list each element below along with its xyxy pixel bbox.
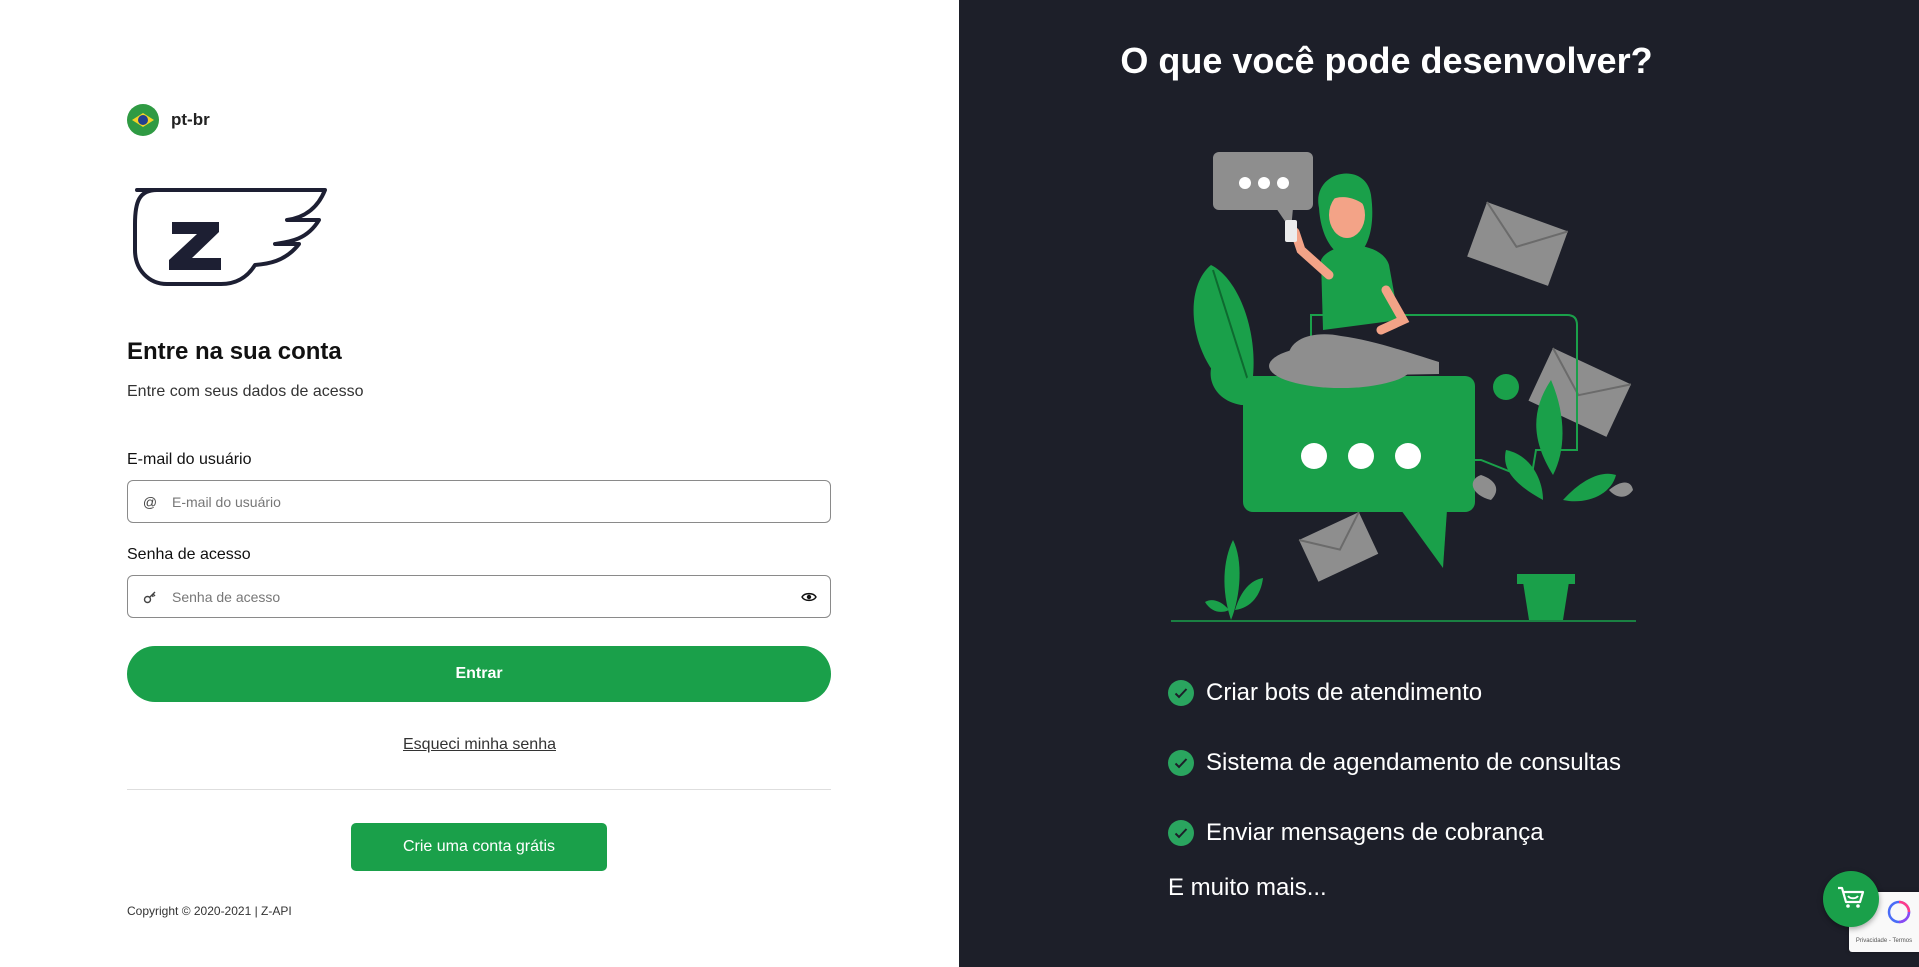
password-label: Senha de acesso — [127, 546, 251, 563]
feature-item: Enviar mensagens de cobrança — [1168, 816, 1621, 850]
eye-icon[interactable] — [788, 591, 830, 603]
password-input[interactable] — [172, 576, 788, 617]
check-icon — [1168, 680, 1194, 706]
page-title: Entre na sua conta — [127, 338, 342, 365]
chat-widget-button[interactable] — [1823, 871, 1879, 927]
divider — [127, 789, 831, 790]
check-icon — [1168, 820, 1194, 846]
chat-cart-icon — [1836, 884, 1866, 915]
signup-button[interactable]: Crie uma conta grátis — [351, 823, 607, 871]
email-field[interactable]: @ — [127, 480, 831, 523]
promo-title: O que você pode desenvolver? — [1120, 40, 1653, 81]
feature-text: Enviar mensagens de cobrança — [1206, 819, 1544, 846]
recaptcha-icon — [1887, 900, 1911, 924]
chat-illustration — [1171, 140, 1641, 630]
feature-text: Criar bots de atendimento — [1206, 679, 1483, 706]
copyright-text: Copyright © 2020-2021 | Z-API — [127, 904, 292, 918]
check-icon — [1168, 750, 1194, 776]
z-api-logo — [127, 180, 327, 295]
feature-list: Criar bots de atendimento Sistema de age… — [1168, 676, 1621, 886]
key-icon — [128, 590, 172, 604]
page-subtitle: Entre com seus dados de acesso — [127, 383, 364, 400]
brazil-flag-icon — [127, 104, 159, 136]
more-text: E muito mais... — [1168, 874, 1327, 901]
password-field[interactable] — [127, 575, 831, 618]
email-input[interactable] — [172, 481, 830, 522]
feature-text: Sistema de agendamento de consultas — [1206, 749, 1621, 776]
recaptcha-text: Privacidade - Termos — [1855, 938, 1913, 944]
language-selector[interactable]: pt-br — [127, 104, 210, 136]
forgot-password-link[interactable]: Esqueci minha senha — [403, 736, 556, 753]
feature-item: Criar bots de atendimento — [1168, 676, 1621, 710]
language-label: pt-br — [171, 110, 210, 129]
login-panel: pt-br Entre na sua conta Entre com seus … — [0, 0, 959, 967]
login-button[interactable]: Entrar — [127, 646, 831, 702]
email-label: E-mail do usuário — [127, 451, 252, 468]
at-sign-icon: @ — [142, 493, 158, 510]
feature-item: Sistema de agendamento de consultas — [1168, 746, 1621, 780]
